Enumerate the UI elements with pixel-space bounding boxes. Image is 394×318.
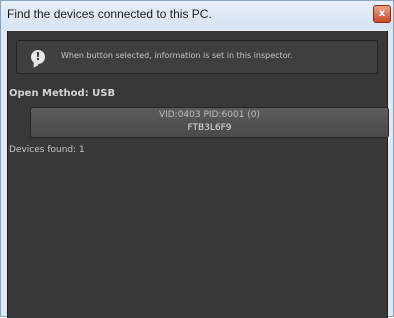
close-button[interactable]: x xyxy=(373,5,391,23)
help-box: ! When button selected, information is s… xyxy=(16,40,378,74)
devices-found-count: Devices found: 1 xyxy=(9,145,85,155)
open-method-label: Open Method: USB xyxy=(9,88,116,99)
device-serial: FTB3L6F9 xyxy=(187,123,232,133)
window-title: Find the devices connected to this PC. xyxy=(7,7,212,21)
device-vid-pid: VID:0403 PID:6001 (0) xyxy=(158,110,261,120)
close-icon: x xyxy=(378,8,386,19)
dialog-window: Find the devices connected to this PC. x… xyxy=(0,0,394,318)
title-bar[interactable]: Find the devices connected to this PC. x xyxy=(1,1,393,29)
device-button[interactable]: VID:0403 PID:6001 (0) FTB3L6F9 xyxy=(30,107,389,138)
speech-bubble-exclamation-icon: ! xyxy=(31,50,45,64)
inspector-panel: ! When button selected, information is s… xyxy=(7,31,389,318)
help-message: When button selected, information is set… xyxy=(61,51,293,60)
